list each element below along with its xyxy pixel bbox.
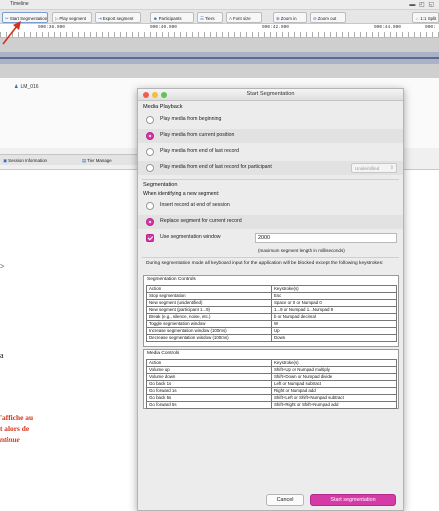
column-header: Keystroke(s) — [271, 359, 397, 367]
media-controls-table: Action Keystroke(s) Volume up Shift+Up or… — [146, 359, 397, 409]
column-header: Action — [146, 359, 272, 367]
window-controls-icon[interactable]: ▬ ◰ ◱ — [409, 1, 435, 8]
export-icon: ⇥ — [98, 16, 102, 21]
dialog-footer: Cancel Start segmentation — [138, 488, 403, 510]
radio-play-from-end-for-participant[interactable]: Play media from end of last record for p… — [138, 161, 403, 175]
media-controls-caption: Media Controls — [147, 351, 180, 356]
zoom-in-icon: ⊕ — [276, 16, 280, 21]
zoom-out-icon: ⊖ — [313, 16, 317, 21]
segmentation-controls-caption: Segmentation Controls — [147, 277, 196, 282]
start-segmentation-confirm-button[interactable]: Start segmentation — [310, 494, 396, 506]
tab-session-information[interactable]: ▣Session Information — [3, 156, 47, 165]
speaker-row[interactable]: ♟ LM_016 — [14, 84, 39, 90]
start-segmentation-dialog: Start Segmentation Media Playback Play m… — [137, 88, 404, 511]
table-row: Go forward 5s Shift+Right or Shift+Numpad… — [146, 401, 397, 409]
segmentation-controls-panel: Segmentation Controls Action Keystroke(s… — [143, 275, 399, 347]
ruler-label: 000:38.000 — [38, 25, 66, 30]
play-segment-button[interactable]: ▷Play segment — [52, 12, 92, 23]
annotation-arrow-icon — [2, 21, 21, 45]
time-ruler[interactable]: 000:38.000 000:40.000 000:42.000 000:44.… — [0, 24, 439, 38]
dialog-titlebar: Start Segmentation — [138, 89, 403, 101]
waveform-line — [0, 57, 439, 59]
segmentation-window-input[interactable]: 2000 — [255, 233, 397, 243]
column-header: Action — [146, 285, 272, 293]
dialog-title: Start Segmentation — [246, 91, 295, 97]
radio-button[interactable] — [146, 202, 154, 210]
section-divider — [142, 179, 399, 180]
table-row: Decrease segmentation window (100ms) Down — [146, 334, 397, 342]
segment-icon: ▷ — [55, 16, 59, 21]
ruler-label: 000:44.000 — [374, 25, 402, 30]
font-icon: A — [229, 16, 232, 21]
new-segment-label: When identifying a new segment: — [143, 191, 220, 197]
table-row: Stop segmentation Esc — [146, 292, 397, 300]
tiers-button[interactable]: ☰Tiers — [197, 12, 223, 23]
media-controls-panel: Media Controls Action Keystroke(s) Volum… — [143, 349, 399, 409]
font-size-button[interactable]: AFont size — [226, 12, 262, 23]
export-segment-button[interactable]: ⇥Export segment — [95, 12, 141, 23]
split-button[interactable]: ⇔1:1 Split — [412, 12, 439, 23]
segmentation-window-row: Use segmentation window 2000 — [138, 231, 403, 245]
tier-manager-icon: ▤ — [82, 158, 87, 163]
participant-select[interactable]: Unidentified ⇕ — [351, 163, 397, 173]
radio-insert-record[interactable]: Insert record at end of session — [138, 199, 403, 213]
table-row: Toggle segmentation window W — [146, 320, 397, 328]
table-row: New segment (participant 1...9) 1...9 or … — [146, 306, 397, 314]
cancel-button[interactable]: Cancel — [266, 494, 304, 506]
split-icon: ⇔ — [415, 16, 420, 21]
radio-replace-segment[interactable]: Replace segment for current record — [138, 215, 403, 229]
segmentation-header: Segmentation — [143, 182, 178, 188]
radio-play-from-current-position[interactable]: Play media from current position — [138, 129, 403, 143]
session-info-icon: ▣ — [3, 158, 8, 163]
doc-fragment: a — [0, 351, 4, 360]
tab-tier-manager[interactable]: ▤Tier Manage — [82, 156, 112, 165]
radio-button[interactable] — [146, 164, 154, 172]
timeline-toolbar: ✂Start Segmentation ▷Play segment ⇥Expor… — [0, 9, 439, 24]
radio-button[interactable] — [146, 116, 154, 124]
column-header: Keystroke(s) — [271, 285, 397, 293]
radio-play-from-beginning[interactable]: Play media from beginning — [138, 113, 403, 127]
zoom-in-button[interactable]: ⊕Zoom in — [273, 12, 307, 23]
segmentation-info-text: During segmentation mode all keyboard in… — [146, 261, 384, 266]
participants-button[interactable]: ☻Participants — [150, 12, 194, 23]
segmentation-window-checkbox[interactable] — [146, 234, 154, 242]
bottom-tab-bar: ▣Session Information ▤Tier Manage — [0, 154, 160, 165]
ruler-label: 000: — [425, 25, 436, 30]
table-header-row: Action Keystroke(s) — [146, 285, 397, 293]
doc-fragment: > — [0, 262, 5, 271]
zoom-out-button[interactable]: ⊖Zoom out — [310, 12, 346, 23]
timeline-titlebar: Timeline ▬ ◰ ◱ — [0, 0, 439, 9]
table-row: Go forward 1s Right or Numpad add — [146, 387, 397, 395]
speaker-label: LM_016 — [20, 84, 39, 90]
radio-button-selected[interactable] — [146, 132, 154, 140]
section-divider — [142, 257, 399, 258]
table-row: Go back 5s Shift+Left or Shift+Numpad sub… — [146, 394, 397, 402]
table-row: Volume down Shift+Down or Numpad divide — [146, 373, 397, 381]
media-playback-header: Media Playback — [143, 104, 183, 110]
table-row: Break (e.g., silence, noise, etc.) b or N… — [146, 313, 397, 321]
doc-annotation-note: 'affiche au t alors de ntinue — [0, 413, 34, 444]
ruler-label: 000:42.000 — [262, 25, 290, 30]
table-row: Volume up Shift+Up or Numpad multiply — [146, 366, 397, 374]
waveform-panel[interactable] — [0, 38, 439, 78]
ruler-label: 000:40.000 — [150, 25, 178, 30]
segmentation-controls-table: Action Keystroke(s) Stop segmentation Esc… — [146, 285, 397, 342]
radio-button-selected[interactable] — [146, 218, 154, 226]
participants-icon: ☻ — [153, 16, 158, 21]
table-row: Increase segmentation window (100ms) Up — [146, 327, 397, 335]
speaker-icon: ♟ — [14, 84, 19, 90]
tiers-icon: ☰ — [200, 16, 204, 21]
table-row: Go back 1s Left or Numpad subtract — [146, 380, 397, 388]
chevron-updown-icon: ⇕ — [389, 165, 394, 171]
window-hint: (maximum segment length in milliseconds) — [258, 248, 345, 253]
radio-play-from-end-of-last-record[interactable]: Play media from end of last record — [138, 145, 403, 159]
radio-button[interactable] — [146, 148, 154, 156]
table-header-row: Action Keystroke(s) — [146, 359, 397, 367]
ruler-ticks — [0, 32, 439, 37]
table-row: New segment (unidentified) Space or 0 or … — [146, 299, 397, 307]
